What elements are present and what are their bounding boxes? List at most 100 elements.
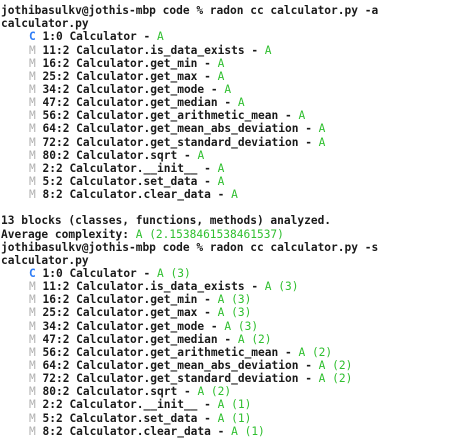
- block-signature: 5:2 Calculator.set_data: [42, 174, 198, 188]
- terminal-output[interactable]: jothibasulkv@jothis-mbp code % radon cc …: [0, 0, 472, 438]
- complexity-entry: M 80:2 Calculator.sqrt - A: [1, 149, 472, 162]
- method-type-marker: M: [29, 96, 36, 110]
- block-signature: 47:2 Calculator.get_median: [42, 96, 218, 110]
- block-signature: 11:2 Calculator.is_data_exists: [42, 280, 245, 294]
- complexity-grade: A: [197, 148, 205, 162]
- complexity-entry: M 56:2 Calculator.get_arithmetic_mean - …: [1, 109, 472, 122]
- block-signature: 56:2 Calculator.get_arithmetic_mean: [42, 345, 279, 359]
- output-line: calculator.py: [1, 253, 89, 267]
- output-line: calculator.py: [1, 17, 89, 31]
- complexity-entry: C 1:0 Calculator - A (3): [1, 267, 472, 280]
- complexity-grade: A (2): [298, 345, 333, 359]
- method-type-marker: M: [29, 188, 36, 202]
- method-type-marker: M: [29, 358, 36, 372]
- complexity-grade: A (3): [224, 319, 259, 333]
- complexity-grade: A: [298, 109, 306, 123]
- separator: -: [197, 398, 218, 412]
- complexity-grade: A (2): [237, 332, 272, 346]
- method-type-marker: M: [29, 56, 36, 70]
- complexity-grade: A: [318, 122, 326, 136]
- complexity-grade: A: [231, 188, 238, 202]
- complexity-grade: A: [217, 161, 225, 175]
- method-type-marker: M: [29, 345, 36, 359]
- complexity-grade: A (1): [217, 411, 252, 425]
- class-type-marker: C: [29, 266, 36, 280]
- method-type-marker: M: [29, 293, 36, 307]
- complexity-grade: A (3): [157, 266, 191, 280]
- method-type-marker: M: [29, 411, 36, 425]
- block-signature: 34:2 Calculator.get_mode: [42, 82, 205, 96]
- complexity-entry: M 34:2 Calculator.get_mode - A: [1, 83, 472, 96]
- separator: -: [244, 280, 265, 294]
- output-line: 13 blocks (classes, functions, methods) …: [1, 214, 332, 228]
- complexity-entry: M 47:2 Calculator.get_median - A (2): [1, 333, 472, 346]
- complexity-entry: M 5:2 Calculator.set_data - A (1): [1, 412, 472, 425]
- method-type-marker: M: [29, 280, 36, 294]
- complexity-grade: A (2): [197, 385, 232, 399]
- block-signature: 2:2 Calculator.__init__: [42, 161, 198, 175]
- separator: -: [298, 122, 319, 136]
- shell-command-line: jothibasulkv@jothis-mbp code % radon cc …: [1, 240, 379, 254]
- complexity-grade: A: [217, 174, 225, 188]
- method-type-marker: M: [29, 161, 36, 175]
- separator: -: [217, 332, 238, 346]
- complexity-entry: M 64:2 Calculator.get_mean_abs_deviation…: [1, 122, 472, 135]
- method-type-marker: M: [29, 82, 36, 96]
- shell-command-line: jothibasulkv@jothis-mbp code % radon cc …: [1, 4, 379, 18]
- complexity-grade: A: [318, 135, 326, 149]
- separator: -: [298, 358, 319, 372]
- separator: -: [136, 30, 158, 44]
- complexity-entry: M 47:2 Calculator.get_median - A: [1, 96, 472, 109]
- complexity-entry: M 11:2 Calculator.is_data_exists - A (3): [1, 280, 472, 293]
- separator: -: [204, 82, 225, 96]
- separator: -: [197, 306, 218, 320]
- block-signature: 80:2 Calculator.sqrt: [42, 385, 178, 399]
- block-signature: 47:2 Calculator.get_median: [42, 332, 218, 346]
- complexity-entry: M 80:2 Calculator.sqrt - A (2): [1, 385, 472, 398]
- average-complexity: Average complexity: A (2.153846153846153…: [1, 228, 472, 241]
- block-signature: 11:2 Calculator.is_data_exists: [42, 43, 245, 57]
- class-type-marker: C: [29, 30, 36, 44]
- block-signature: 80:2 Calculator.sqrt: [42, 148, 178, 162]
- block-signature: 1:0 Calculator: [42, 30, 137, 44]
- method-type-marker: M: [29, 135, 36, 149]
- separator: -: [217, 96, 238, 110]
- method-type-marker: M: [29, 332, 36, 346]
- complexity-entry: M 72:2 Calculator.get_standard_deviation…: [1, 372, 472, 385]
- complexity-entry: M 8:2 Calculator.clear_data - A: [1, 188, 472, 201]
- separator: -: [197, 174, 218, 188]
- complexity-entry: M 16:2 Calculator.get_min - A: [1, 57, 472, 70]
- block-signature: 2:2 Calculator.__init__: [42, 398, 198, 412]
- complexity-grade: A (1): [217, 398, 252, 412]
- complexity-grade: A (3): [217, 293, 252, 307]
- separator: -: [197, 411, 218, 425]
- separator: -: [177, 385, 198, 399]
- separator: -: [197, 161, 218, 175]
- block-signature: 16:2 Calculator.get_min: [42, 293, 198, 307]
- block-signature: 72:2 Calculator.get_standard_deviation: [42, 372, 299, 386]
- separator: -: [177, 148, 198, 162]
- block-signature: 5:2 Calculator.set_data: [42, 411, 198, 425]
- separator: -: [197, 56, 218, 70]
- complexity-entry: M 34:2 Calculator.get_mode - A (3): [1, 320, 472, 333]
- complexity-entry: C 1:0 Calculator - A: [1, 30, 472, 43]
- complexity-grade: A (2): [318, 358, 353, 372]
- complexity-grade: A: [224, 82, 232, 96]
- complexity-entry: M 2:2 Calculator.__init__ - A (1): [1, 398, 472, 411]
- block-signature: 8:2 Calculator.clear_data: [42, 188, 211, 202]
- method-type-marker: M: [29, 148, 36, 162]
- method-type-marker: M: [29, 109, 36, 123]
- block-signature: 56:2 Calculator.get_arithmetic_mean: [42, 109, 279, 123]
- method-type-marker: M: [29, 306, 36, 320]
- separator: -: [298, 135, 319, 149]
- complexity-grade: A (2): [318, 372, 353, 386]
- method-type-marker: M: [29, 43, 36, 57]
- average-value: A (2.1538461538461537): [135, 227, 284, 241]
- method-type-marker: M: [29, 69, 36, 83]
- separator: -: [197, 69, 218, 83]
- complexity-grade: A: [217, 69, 225, 83]
- separator: -: [197, 293, 218, 307]
- method-type-marker: M: [29, 174, 36, 188]
- method-type-marker: M: [29, 122, 36, 136]
